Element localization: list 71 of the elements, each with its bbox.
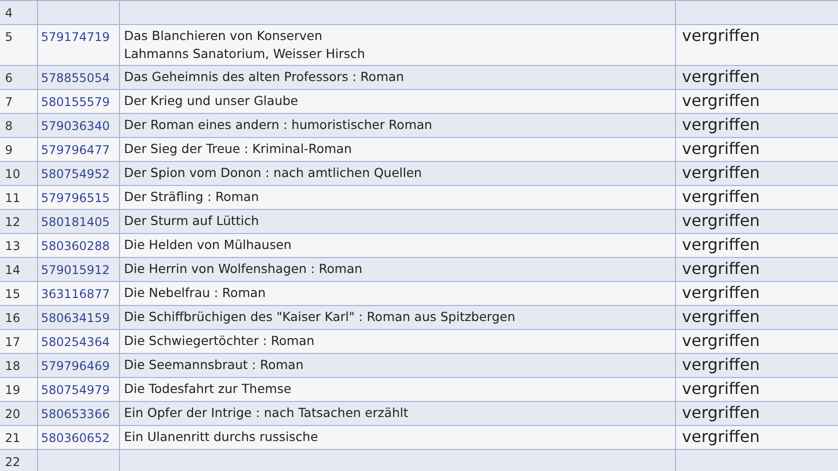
- title-cell-text: Der Sieg der Treue : Kriminal-Roman: [124, 141, 353, 157]
- record-id-link[interactable]: 579796469: [41, 359, 110, 373]
- status-cell: vergriffen: [682, 355, 760, 375]
- title-cell-text: Das Geheimnis des alten Professors : Roman: [124, 69, 405, 85]
- row-number: 18: [5, 359, 20, 373]
- title-cell-text: Die Herrin von Wolfenshagen : Roman: [124, 261, 364, 277]
- row-number: 20: [5, 407, 20, 421]
- record-id-link[interactable]: 580754952: [41, 167, 110, 181]
- status-cell: vergriffen: [682, 139, 760, 159]
- row-number: 12: [5, 215, 20, 229]
- row-number: 9: [5, 143, 13, 157]
- record-id-link[interactable]: 580754979: [41, 383, 110, 397]
- title-cell-text: Die Nebelfrau : Roman: [124, 285, 267, 301]
- title-cell-text: Der Sträfling : Roman: [124, 189, 260, 205]
- status-cell: vergriffen: [682, 163, 760, 183]
- row-number: 8: [5, 119, 13, 133]
- row-number: 7: [5, 95, 13, 109]
- row-number: 15: [5, 287, 20, 301]
- title-cell-text: Die Schiffbrüchigen des "Kaiser Karl" : Roman aus Spitzbergen: [124, 309, 516, 325]
- title-cell-text: Der Spion vom Donon : nach amtlichen Quellen: [124, 165, 423, 181]
- status-cell: vergriffen: [682, 115, 760, 135]
- row-number: 4: [5, 6, 13, 20]
- status-cell: vergriffen: [682, 211, 760, 231]
- title-cell-text: Das Blanchieren von Konserven: [124, 28, 324, 44]
- row-number: 14: [5, 263, 20, 277]
- title-cell-text: Ein Ulanenritt durchs russische: [124, 429, 320, 445]
- title-cell-text: Die Todesfahrt zur Themse: [124, 381, 292, 397]
- status-cell: vergriffen: [682, 235, 760, 255]
- record-id-link[interactable]: 580181405: [41, 215, 110, 229]
- status-cell: vergriffen: [682, 307, 760, 327]
- status-cell: vergriffen: [682, 67, 760, 87]
- title-cell-text: Der Krieg und unser Glaube: [124, 93, 300, 109]
- row-number: 21: [5, 431, 20, 445]
- record-id-link[interactable]: 580634159: [41, 311, 110, 325]
- row-number: 11: [5, 191, 20, 205]
- record-id-link[interactable]: 579174719: [41, 30, 110, 44]
- record-id-link[interactable]: 580155579: [41, 95, 110, 109]
- record-id-link[interactable]: 580653366: [41, 407, 110, 421]
- record-id-link[interactable]: 579015912: [41, 263, 110, 277]
- status-cell: vergriffen: [682, 427, 760, 447]
- record-id-link[interactable]: 580360652: [41, 431, 110, 445]
- status-cell: vergriffen: [682, 379, 760, 399]
- status-cell: vergriffen: [682, 259, 760, 279]
- row-number: 19: [5, 383, 20, 397]
- row-number: 13: [5, 239, 20, 253]
- row-number: 6: [5, 71, 13, 85]
- row-number: 10: [5, 167, 20, 181]
- record-id-link[interactable]: 579036340: [41, 119, 110, 133]
- title-cell-text: Der Sturm auf Lüttich: [124, 213, 260, 229]
- status-cell: vergriffen: [682, 331, 760, 351]
- record-id-link[interactable]: 580254364: [41, 335, 110, 349]
- record-id-link[interactable]: 579796477: [41, 143, 110, 157]
- row-number: 22: [5, 455, 20, 469]
- title-cell-text: Ein Opfer der Intrige : nach Tatsachen erzählt: [124, 405, 410, 421]
- title-cell-text: Lahmanns Sanatorium, Weisser Hirsch: [124, 46, 366, 62]
- row-number: 5: [5, 30, 13, 44]
- record-id-link[interactable]: 363116877: [41, 287, 110, 301]
- record-id-link[interactable]: 578855054: [41, 71, 110, 85]
- title-cell-text: Die Helden von Mülhausen: [124, 237, 293, 253]
- title-cell-text: Die Seemannsbraut : Roman: [124, 357, 305, 373]
- status-cell: vergriffen: [682, 91, 760, 111]
- status-cell: vergriffen: [682, 283, 760, 303]
- status-cell: vergriffen: [682, 187, 760, 207]
- row-number: 17: [5, 335, 20, 349]
- title-cell-text: Die Schwiegertöchter : Roman: [124, 333, 316, 349]
- status-cell: vergriffen: [682, 403, 760, 423]
- status-cell: vergriffen: [682, 26, 760, 46]
- row-number: 16: [5, 311, 20, 325]
- record-id-link[interactable]: 580360288: [41, 239, 110, 253]
- record-id-link[interactable]: 579796515: [41, 191, 110, 205]
- title-cell-text: Der Roman eines andern : humoristischer Roman: [124, 117, 434, 133]
